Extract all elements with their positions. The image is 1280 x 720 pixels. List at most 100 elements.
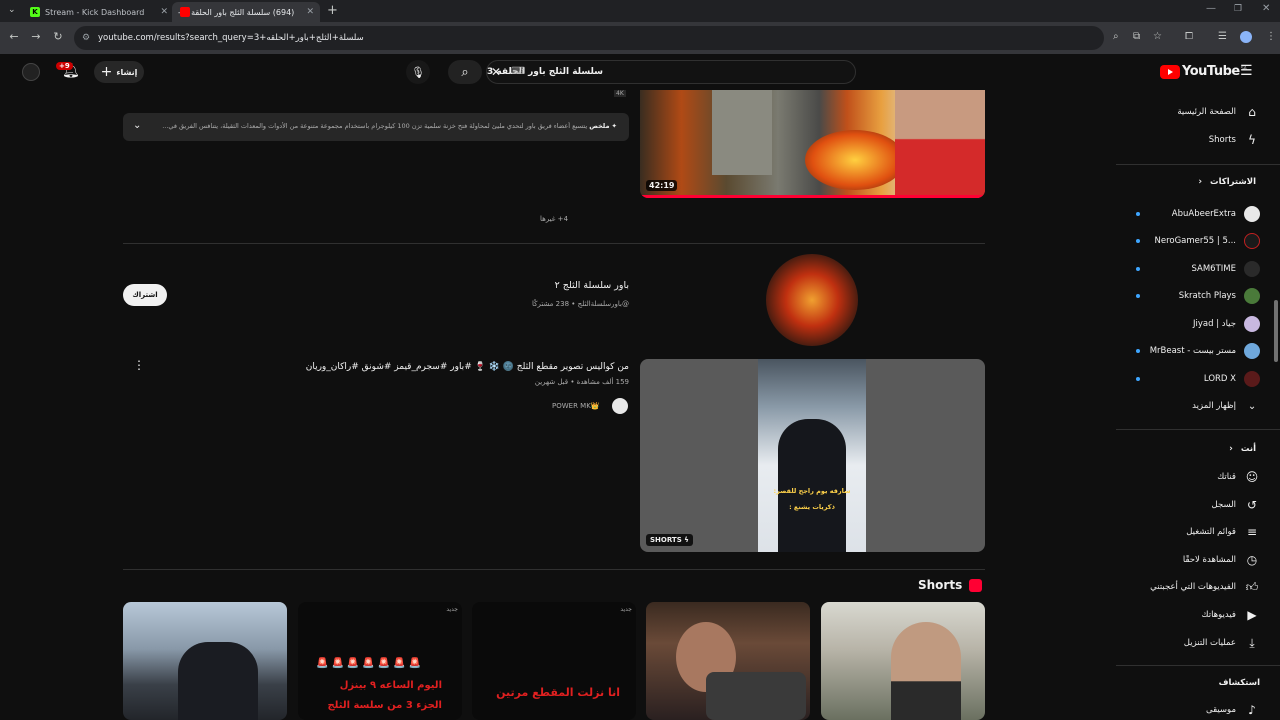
sidebar-item-channel[interactable]: MrBeast - مستر بيست [1150,343,1260,359]
guide-sidebar: ⌂ الصفحة الرئيسية ϟ Shorts الاشتراكات ‹ … [1116,98,1280,720]
sidebar-scrollbar[interactable] [1274,300,1278,362]
youtube-logo[interactable]: YouTube SA [1160,64,1247,79]
reload-icon[interactable]: ↻ [50,30,66,43]
sidebar-item-shorts[interactable]: ϟ Shorts [1209,132,1260,148]
address-bar[interactable]: ⚙ youtube.com/results?search_query=سلسلة… [74,26,1104,50]
sidebar-item-show-more[interactable]: ⌄ إظهار المزيد [1192,398,1260,414]
new-tab-button[interactable]: + [327,3,338,18]
browser-tab-strip: ⌄ K Stream - Kick Dashboard ✕ (694) سلسل… [0,0,1280,22]
video-thumbnail[interactable]: 42:19 [640,90,985,198]
sidebar-item-channel[interactable]: Jiyad | جياد [1193,316,1260,332]
profile-avatar[interactable] [1240,31,1252,43]
tab-title: (694) سلسلة الثلج باور الحلقة 3 - [178,7,295,17]
create-button[interactable]: + إنشاء [94,61,144,83]
shorts-icon: ϟ [1248,133,1256,147]
voice-search-button[interactable]: 🎙︎ [406,60,430,84]
close-tab-icon[interactable]: ✕ [160,7,168,17]
shorts-video-title[interactable]: من كواليس تصوير مقطع الثلج 🌚 ❄️ 🍷 #باور … [306,362,629,372]
divider [1116,665,1280,666]
search-input[interactable]: سلسلة الثلج باور الحلقه 3 ✕ ⌨ [486,60,856,84]
shorts-video-meta: 159 ألف مشاهدة • قبل شهرين [534,378,629,386]
sidebar-item-channel[interactable]: NeroGamer55 | 5... [1155,233,1260,249]
sidebar-item-watch-later[interactable]: ◷ المشاهدة لاحقًا [1183,552,1260,568]
youtube-play-icon [1160,64,1180,79]
sidebar-item-channel[interactable]: AbuAbeerExtra [1172,206,1260,222]
sidebar-item-label: الصفحة الرئيسية [1177,107,1236,117]
new-content-dot [1136,377,1140,381]
sidebar-item-playlists[interactable]: ≡ قوائم التشغيل [1186,524,1260,540]
create-label: إنشاء [116,67,138,77]
shorts-logo-icon [969,579,982,592]
close-tab-icon[interactable]: ✕ [306,7,314,17]
short-card[interactable] [123,602,287,720]
sidebar-item-your-channel[interactable]: ☺ قناتك [1217,469,1260,485]
home-icon: ⌂ [1248,105,1256,119]
divider [123,569,985,570]
music-note-icon: ♪ [1248,703,1256,717]
channel-avatar [1244,233,1260,249]
short-card[interactable]: جديد انا نزلت المقطع مرتين [472,602,636,720]
chevron-left-icon: ‹ [1229,444,1233,454]
summary-label: ملخص [589,122,610,130]
account-avatar[interactable] [22,63,40,81]
sidebar-item-history[interactable]: ↺ السجل [1212,497,1260,513]
shorts-channel-name[interactable]: POWER MK👑 [552,402,600,410]
divider [1116,429,1280,430]
extensions-icon[interactable]: ⧠ [1185,31,1193,42]
more-results-link[interactable]: 4+ غيرها [540,215,568,223]
zoom-icon[interactable]: ⌕ [1113,31,1119,42]
channel-avatar [1244,206,1260,222]
sidebar-item-label: الفيديوهات التي أعجبتني [1150,582,1236,592]
channel-avatar[interactable] [766,254,858,346]
chevron-left-icon: ‹ [1198,177,1203,187]
sidebar-item-music[interactable]: ♪ موسيقى [1206,702,1260,718]
menu-icon[interactable]: ⋮ [1266,31,1276,42]
short-card[interactable]: جديد 🚨🚨🚨🚨🚨🚨🚨 اليوم الساعه ٩ بينزل الجزء … [298,602,462,720]
sidebar-item-home[interactable]: ⌂ الصفحة الرئيسية [1177,104,1260,120]
tab-search-button[interactable]: ⌄ [8,5,16,15]
search-button[interactable]: ⌕ [448,60,482,84]
bolt-icon: ϟ [684,536,689,544]
sidebar-item-subscriptions[interactable]: الاشتراكات ‹ [1198,177,1256,187]
bookmark-star-icon[interactable]: ☆ [1153,31,1162,42]
close-window-button[interactable]: ✕ [1262,3,1270,14]
sidebar-item-your-videos[interactable]: ▶ فيديوهاتك [1202,607,1260,623]
site-info-icon[interactable]: ⚙ [82,33,90,43]
channel-name[interactable]: باور سلسلة الثلج ٢ [555,280,629,291]
logo-text: YouTube [1182,64,1240,79]
expand-chevron-icon[interactable]: ⌄ [133,120,141,131]
sidebar-item-channel[interactable]: SAM6TIME [1191,261,1260,277]
keyboard-icon[interactable]: ⌨ [511,66,525,77]
guide-menu-icon[interactable]: ☰ [1240,63,1253,79]
tab-search-icon[interactable]: ☰ [1218,31,1227,42]
shorts-thumbnail[interactable]: سارقه يوم راجح للقصر: ذكريات يشنع : SHOR… [640,359,985,552]
short-card[interactable] [646,602,810,720]
maximize-button[interactable]: ❐ [1234,4,1242,14]
back-icon[interactable]: ← [6,30,22,43]
kick-icon: K [30,7,40,17]
new-content-dot [1136,239,1140,243]
clear-search-icon[interactable]: ✕ [491,65,501,79]
sidebar-item-channel[interactable]: Skratch Plays [1179,288,1260,304]
chapter-summary-box[interactable]: ⌄ ✦ ملخص يتسبع أعضاء فريق باور لتحدي ملي… [123,113,629,141]
tab-youtube[interactable]: (694) سلسلة الثلج باور الحلقة 3 - ✕ [172,2,320,22]
sidebar-item-channel[interactable]: LORD X [1204,371,1260,387]
summary-body: يتسبع أعضاء فريق باور لتحدي مليئ لمحاولة… [162,122,588,130]
new-content-dot [1136,349,1140,353]
short-card[interactable] [821,602,985,720]
microphone-graphic [706,672,806,720]
more-actions-icon[interactable]: ⋮ [133,358,145,372]
sidebar-section-explore: استكشاف [1219,678,1260,688]
shorts-channel-avatar[interactable] [612,398,628,414]
minimize-button[interactable]: — [1206,3,1216,14]
sidebar-item-liked-videos[interactable]: 👍︎ الفيديوهات التي أعجبتني [1150,579,1260,595]
forward-icon[interactable]: → [28,30,44,43]
sidebar-item-you[interactable]: أنت ‹ [1229,444,1256,454]
subscribe-button[interactable]: اشتراك [123,284,167,306]
sidebar-section-label: استكشاف [1218,678,1260,688]
sidebar-item-downloads[interactable]: ⤓ عمليات التنزيل [1184,635,1260,651]
sidebar-item-label: المشاهدة لاحقًا [1182,555,1236,565]
install-icon[interactable]: ⧉ [1133,31,1140,42]
tab-kick-dashboard[interactable]: K Stream - Kick Dashboard ✕ [24,2,172,22]
channel-avatar [1244,371,1260,387]
